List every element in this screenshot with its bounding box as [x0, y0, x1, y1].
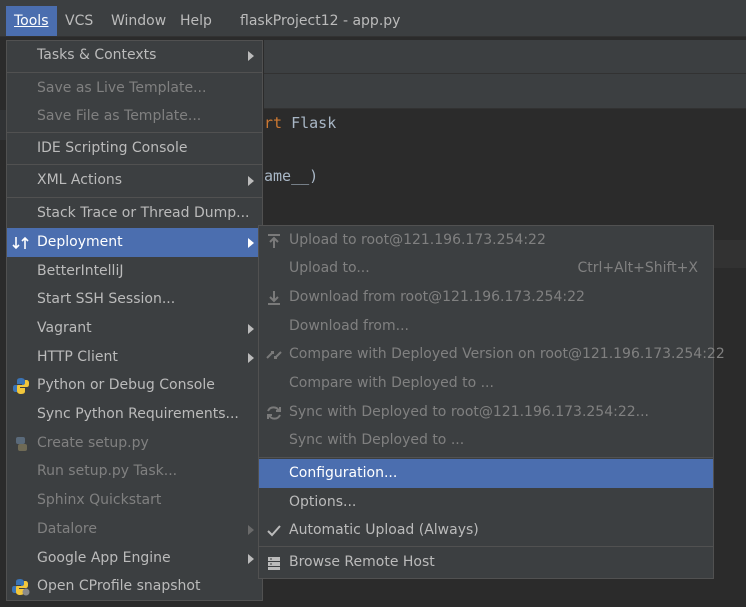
menu-separator [7, 197, 262, 198]
checkmark-icon [265, 522, 283, 540]
submenu-item-browse-remote-host[interactable]: Browse Remote Host [259, 548, 713, 577]
menu-separator [7, 164, 262, 165]
python-icon [12, 377, 30, 395]
download-icon [265, 289, 283, 307]
menu-item-sync-python-requirements[interactable]: Sync Python Requirements... [7, 400, 262, 429]
code-line-app: ame__) [264, 167, 319, 185]
menu-item-open-cprofile-snapshot[interactable]: Open CProfile snapshot [7, 572, 262, 601]
menu-item-stack-trace[interactable]: Stack Trace or Thread Dump... [7, 199, 262, 228]
submenu-item-options[interactable]: Options... [259, 488, 713, 517]
menu-separator [7, 132, 262, 133]
submenu-arrow-icon [248, 353, 254, 363]
submenu-arrow-icon [248, 238, 254, 248]
menu-item-ide-scripting-console[interactable]: IDE Scripting Console [7, 134, 262, 163]
submenu-separator [259, 457, 713, 458]
menu-item-run-setup-py-task[interactable]: Run setup.py Task... [7, 457, 262, 486]
menu-item-google-app-engine[interactable]: Google App Engine [7, 544, 262, 573]
menu-item-datalore[interactable]: Datalore [7, 515, 262, 544]
menu-window[interactable]: Window [103, 6, 174, 36]
menu-vcs[interactable]: VCS [57, 6, 101, 36]
menu-separator [7, 72, 262, 73]
submenu-arrow-icon [248, 324, 254, 334]
menu-item-deployment[interactable]: Deployment [7, 228, 262, 257]
submenu-item-upload-to-server[interactable]: Upload to root@121.196.173.254:22 [259, 226, 713, 255]
submenu-item-download-from-server[interactable]: Download from root@121.196.173.254:22 [259, 283, 713, 312]
menu-item-betterintellij[interactable]: BetterIntelliJ [7, 257, 262, 286]
submenu-item-sync-deployed-to[interactable]: Sync with Deployed to ... [259, 426, 713, 455]
menu-item-tasks-contexts[interactable]: Tasks & Contexts [7, 41, 262, 70]
submenu-item-compare-deployed-to[interactable]: Compare with Deployed to ... [259, 369, 713, 398]
toolbar [264, 40, 746, 74]
upload-icon [265, 232, 283, 250]
menu-item-sphinx-quickstart[interactable]: Sphinx Quickstart [7, 486, 262, 515]
submenu-item-automatic-upload[interactable]: Automatic Upload (Always) [259, 516, 713, 545]
shortcut-label: Ctrl+Alt+Shift+X [577, 260, 698, 276]
menu-help[interactable]: Help [172, 6, 220, 36]
window-title: flaskProject12 - app.py [240, 13, 401, 29]
menu-item-vagrant[interactable]: Vagrant [7, 314, 262, 343]
submenu-arrow-icon [248, 554, 254, 564]
python-file-icon [12, 435, 30, 453]
submenu-item-compare-deployed-server[interactable]: Compare with Deployed Version on root@12… [259, 340, 725, 369]
menu-item-http-client[interactable]: HTTP Client [7, 343, 262, 372]
submenu-item-download-from[interactable]: Download from... [259, 312, 713, 341]
sync-icon [265, 404, 283, 422]
submenu-arrow-icon [248, 525, 254, 535]
menu-item-python-console[interactable]: Python or Debug Console [7, 371, 262, 400]
code-line-import: rt Flask [264, 114, 337, 132]
compare-icon [265, 346, 283, 364]
deployment-icon [12, 234, 30, 252]
server-icon [265, 554, 283, 572]
menu-item-save-file-template[interactable]: Save File as Template... [7, 102, 262, 131]
menu-item-create-setup-py[interactable]: Create setup.py [7, 429, 262, 458]
submenu-arrow-icon [248, 51, 254, 61]
menu-bar: Tools VCS Window Help flaskProject12 - a… [0, 6, 746, 37]
submenu-arrow-icon [248, 176, 254, 186]
menu-item-save-live-template[interactable]: Save as Live Template... [7, 74, 262, 103]
submenu-item-configuration[interactable]: Configuration... [259, 459, 713, 488]
submenu-separator [259, 546, 713, 547]
tools-menu: Tasks & Contexts Save as Live Template..… [6, 40, 263, 601]
menu-item-xml-actions[interactable]: XML Actions [7, 166, 262, 195]
deployment-submenu: Upload to root@121.196.173.254:22 Upload… [258, 225, 725, 579]
submenu-item-sync-deployed-server[interactable]: Sync with Deployed to root@121.196.173.2… [259, 398, 713, 427]
menu-item-start-ssh-session[interactable]: Start SSH Session... [7, 285, 262, 314]
submenu-item-upload-to[interactable]: Upload to... Ctrl+Alt+Shift+X [259, 254, 713, 283]
cprofile-icon [12, 578, 30, 596]
editor-tab-bar [264, 74, 746, 109]
menu-tools[interactable]: Tools [6, 6, 57, 36]
